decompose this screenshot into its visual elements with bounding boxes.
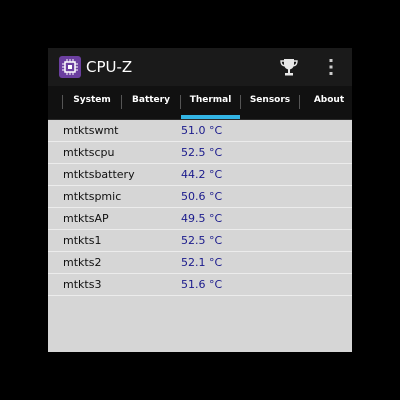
tab-sensors[interactable]: Sensors (241, 86, 299, 119)
sensor-name: mtktsbattery (63, 168, 135, 181)
action-bar: CPU-Z (48, 48, 352, 86)
sensor-row: mtktscpu 52.5 °C (48, 142, 352, 164)
sensor-row: mtkts1 52.5 °C (48, 230, 352, 252)
trophy-icon[interactable] (278, 56, 300, 78)
tab-label: System (73, 95, 111, 105)
sensor-row: mtkts2 52.1 °C (48, 252, 352, 274)
tab-label: About (313, 95, 345, 105)
tab-label: Thermal (189, 95, 232, 105)
sensor-temperature: 51.0 °C (181, 124, 223, 137)
sensor-temperature: 50.6 °C (181, 190, 223, 203)
sensor-name: mtktspmic (63, 190, 122, 203)
sensor-row: mtktsbattery 44.2 °C (48, 164, 352, 186)
sensor-temperature: 52.5 °C (181, 234, 223, 247)
overflow-menu-icon[interactable] (324, 56, 338, 78)
sensor-row: mtktswmt 51.0 °C (48, 120, 352, 142)
sensor-name: mtkts3 (63, 278, 102, 291)
sensor-name: mtkts2 (63, 256, 102, 269)
sensor-row: mtkts3 51.6 °C (48, 274, 352, 296)
sensor-name: mtktscpu (63, 146, 115, 159)
tab-bar: System Battery Thermal Sensors About (48, 86, 352, 120)
sensor-temperature: 51.6 °C (181, 278, 223, 291)
sensor-temperature: 52.5 °C (181, 146, 223, 159)
app-screen: CPU-Z System Battery Thermal Sensors Abo… (48, 48, 352, 352)
tab-battery[interactable]: Battery (122, 86, 180, 119)
sensor-name: mtkts1 (63, 234, 102, 247)
cpu-chip-icon[interactable] (59, 56, 81, 78)
sensor-row: mtktspmic 50.6 °C (48, 186, 352, 208)
sensor-temperature: 44.2 °C (181, 168, 223, 181)
selected-tab-indicator (181, 115, 240, 119)
sensor-name: mtktswmt (63, 124, 119, 137)
tab-system[interactable]: System (63, 86, 121, 119)
sensor-temperature: 52.1 °C (181, 256, 223, 269)
tab-about[interactable]: About (300, 86, 352, 119)
sensor-name: mtktsAP (63, 212, 109, 225)
sensor-row: mtktsAP 49.5 °C (48, 208, 352, 230)
thermal-sensor-list: mtktswmt 51.0 °C mtktscpu 52.5 °C mtktsb… (48, 120, 352, 296)
sensor-temperature: 49.5 °C (181, 212, 223, 225)
tab-label: Battery (132, 95, 170, 105)
tab-label: Sensors (249, 95, 291, 105)
app-title: CPU-Z (86, 58, 133, 76)
